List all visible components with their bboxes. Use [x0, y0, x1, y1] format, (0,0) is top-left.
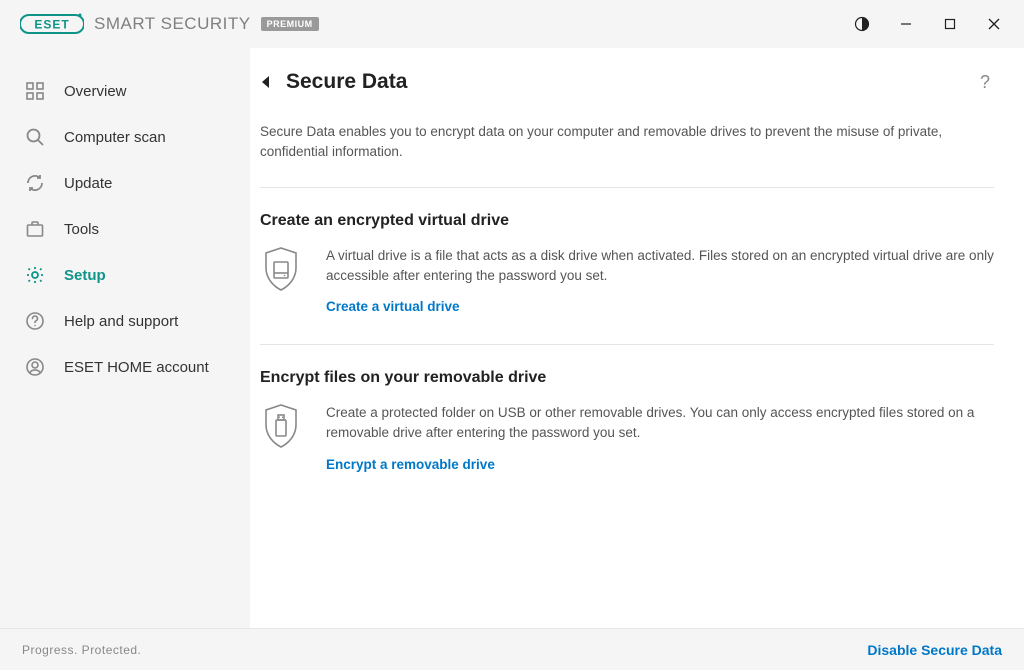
- sidebar: Overview Computer scan Update: [0, 48, 250, 628]
- help-icon[interactable]: ?: [976, 72, 994, 93]
- sidebar-item-label: Help and support: [64, 313, 178, 330]
- sidebar-item-overview[interactable]: Overview: [0, 68, 250, 114]
- sidebar-item-label: Tools: [64, 221, 99, 238]
- sidebar-item-label: Setup: [64, 267, 106, 284]
- divider: [260, 344, 994, 345]
- encrypt-removable-drive-link[interactable]: Encrypt a removable drive: [326, 457, 495, 472]
- shield-usb-icon: [260, 403, 302, 474]
- create-virtual-drive-link[interactable]: Create a virtual drive: [326, 299, 460, 314]
- titlebar: ESET SMART SECURITY PREMIUM: [0, 0, 1024, 48]
- footer: Progress. Protected. Disable Secure Data: [0, 628, 1024, 670]
- section-removable-drive: Create a protected folder on USB or othe…: [260, 403, 994, 474]
- eset-logo: ESET: [20, 12, 84, 36]
- sidebar-item-home-account[interactable]: ESET HOME account: [0, 344, 250, 390]
- page-title: Secure Data: [286, 70, 407, 94]
- brand: ESET SMART SECURITY PREMIUM: [20, 12, 319, 36]
- main-content: Secure Data ? Secure Data enables you to…: [250, 48, 1024, 628]
- refresh-icon: [24, 172, 46, 194]
- window-controls: [840, 8, 1016, 40]
- sidebar-item-label: Update: [64, 175, 112, 192]
- sidebar-item-help[interactable]: Help and support: [0, 298, 250, 344]
- shield-drive-icon: [260, 246, 302, 317]
- sidebar-item-label: Overview: [64, 83, 127, 100]
- sidebar-item-update[interactable]: Update: [0, 160, 250, 206]
- svg-text:ESET: ESET: [34, 18, 69, 32]
- page-header: Secure Data ?: [260, 70, 994, 94]
- disable-secure-data-link[interactable]: Disable Secure Data: [867, 642, 1002, 658]
- gear-icon: [24, 264, 46, 286]
- user-circle-icon: [24, 356, 46, 378]
- close-button[interactable]: [972, 8, 1016, 40]
- back-arrow-icon[interactable]: [260, 75, 272, 89]
- maximize-button[interactable]: [928, 8, 972, 40]
- sidebar-item-label: Computer scan: [64, 129, 166, 146]
- divider: [260, 187, 994, 188]
- minimize-button[interactable]: [884, 8, 928, 40]
- overview-icon: [24, 80, 46, 102]
- help-circle-icon: [24, 310, 46, 332]
- theme-toggle[interactable]: [840, 8, 884, 40]
- sidebar-item-setup[interactable]: Setup: [0, 252, 250, 298]
- briefcase-icon: [24, 218, 46, 240]
- footer-tagline: Progress. Protected.: [22, 643, 141, 657]
- product-name: SMART SECURITY: [94, 14, 251, 34]
- premium-badge: PREMIUM: [261, 17, 319, 31]
- sidebar-item-computer-scan[interactable]: Computer scan: [0, 114, 250, 160]
- section-desc: A virtual drive is a file that acts as a…: [326, 246, 994, 287]
- section-title-virtual-drive: Create an encrypted virtual drive: [260, 212, 994, 230]
- section-virtual-drive: A virtual drive is a file that acts as a…: [260, 246, 994, 317]
- intro-text: Secure Data enables you to encrypt data …: [260, 122, 994, 163]
- section-title-removable: Encrypt files on your removable drive: [260, 369, 994, 387]
- sidebar-item-label: ESET HOME account: [64, 359, 209, 376]
- magnifier-icon: [24, 126, 46, 148]
- sidebar-item-tools[interactable]: Tools: [0, 206, 250, 252]
- section-desc: Create a protected folder on USB or othe…: [326, 403, 994, 444]
